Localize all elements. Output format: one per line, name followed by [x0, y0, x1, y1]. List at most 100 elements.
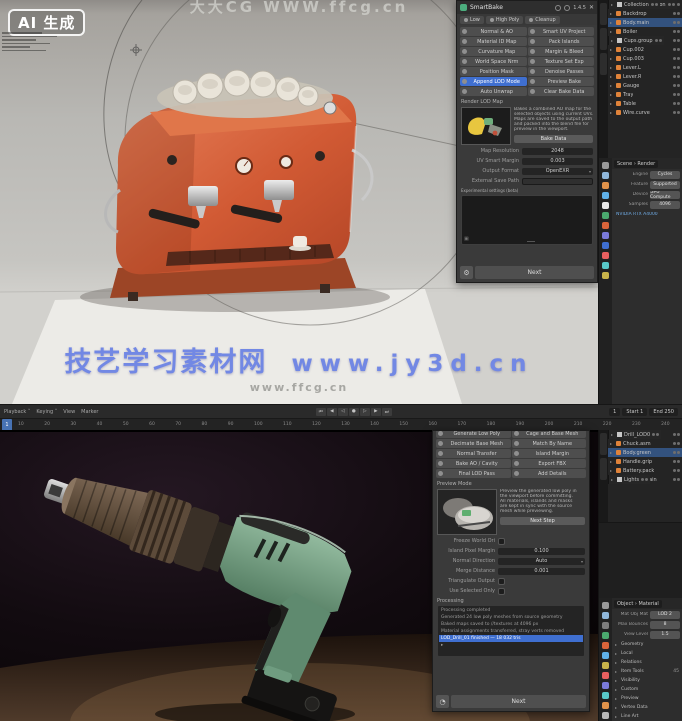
- visibility-toggles[interactable]: [652, 433, 660, 436]
- tree-item[interactable]: ▸ Line Art: [612, 712, 682, 721]
- action-button[interactable]: Pack Islands: [527, 37, 594, 46]
- panel-tab[interactable]: Low: [460, 15, 484, 24]
- properties-tab-icon[interactable]: [602, 612, 609, 619]
- setting-value[interactable]: [498, 587, 505, 595]
- setting-value[interactable]: 0.100: [498, 547, 585, 555]
- disclosure-icon[interactable]: ▸: [611, 477, 615, 482]
- log-line[interactable]: Generated 24 low poly meshes from source…: [439, 614, 583, 621]
- log-line[interactable]: Material assignments transferred, stray …: [439, 628, 583, 635]
- gear-icon[interactable]: ⚙: [460, 266, 473, 279]
- transport-button[interactable]: ◁: [337, 407, 348, 416]
- visibility-toggles[interactable]: [667, 3, 675, 6]
- action-button[interactable]: Export FBX: [511, 459, 586, 468]
- outliner-item[interactable]: ▸ Cup.003: [608, 54, 682, 63]
- outliner-item[interactable]: ▸ Tray: [608, 90, 682, 99]
- bake-data-button[interactable]: Bake Data: [514, 135, 593, 143]
- visibility-toggles[interactable]: [673, 442, 680, 445]
- setting-value[interactable]: [522, 177, 593, 185]
- device-note[interactable]: NVIDIA RTX A4000: [616, 212, 678, 217]
- tree-item[interactable]: ▸ Geometry: [612, 640, 682, 649]
- properties-tab-icon[interactable]: [602, 602, 609, 609]
- properties-tab-icon[interactable]: [602, 192, 609, 199]
- setting-value[interactable]: OpenEXR: [522, 167, 593, 175]
- setting-value[interactable]: 0.003: [522, 157, 593, 165]
- setting-value[interactable]: 2048: [522, 147, 593, 155]
- tree-item[interactable]: ▸ Vertex Data: [612, 703, 682, 712]
- resize-handle[interactable]: [527, 241, 535, 242]
- action-button[interactable]: Preview Bake: [527, 77, 594, 86]
- timeline-menu-item[interactable]: View: [63, 409, 75, 415]
- visibility-toggles[interactable]: [650, 3, 658, 6]
- properties-tab-icon[interactable]: [602, 212, 609, 219]
- disclosure-icon[interactable]: ▸: [610, 101, 614, 106]
- editor-tab[interactable]: [600, 458, 607, 480]
- transport-button[interactable]: ●: [348, 407, 359, 416]
- property-value[interactable]: GPU Compute: [650, 190, 680, 199]
- tree-item[interactable]: ▸ Relations: [612, 658, 682, 667]
- visibility-toggles[interactable]: [673, 433, 680, 436]
- visibility-toggles[interactable]: [673, 48, 680, 51]
- timeline-menu-item[interactable]: Playback ˅: [4, 409, 30, 415]
- transport-button[interactable]: ▶: [370, 407, 381, 416]
- transport-button[interactable]: ⏮: [315, 407, 326, 416]
- property-value[interactable]: 1.5: [650, 630, 680, 639]
- visibility-toggles[interactable]: [673, 84, 680, 87]
- properties-tab-icon[interactable]: [602, 242, 609, 249]
- action-button[interactable]: Decimate Base Mesh: [436, 439, 511, 448]
- visibility-toggles[interactable]: [673, 30, 680, 33]
- disclosure-icon[interactable]: ▸: [611, 38, 615, 43]
- action-button[interactable]: Texture Set Exp: [527, 57, 594, 66]
- action-button[interactable]: Cage and Base Mesh: [511, 431, 586, 438]
- properties-tab-icon[interactable]: [602, 162, 609, 169]
- visibility-toggles[interactable]: [673, 39, 680, 42]
- visibility-toggles[interactable]: [673, 102, 680, 105]
- action-button[interactable]: Clear Bake Data: [527, 87, 594, 96]
- disclosure-icon[interactable]: ▸: [615, 660, 619, 665]
- disclosure-icon[interactable]: ▸: [610, 92, 614, 97]
- visibility-toggles[interactable]: [654, 39, 662, 42]
- tree-item[interactable]: ▸ Local: [612, 649, 682, 658]
- visibility-toggles[interactable]: [673, 478, 680, 481]
- outliner-item[interactable]: ▸ Body.green: [608, 448, 682, 457]
- action-button[interactable]: World Space Nrm: [460, 57, 527, 66]
- disclosure-icon[interactable]: ▸: [615, 705, 619, 710]
- editor-tab[interactable]: [600, 3, 607, 25]
- visibility-toggles[interactable]: [673, 451, 680, 454]
- disclosure-icon[interactable]: ▸: [610, 468, 614, 473]
- outliner-item[interactable]: ▸ Collection: [608, 0, 660, 9]
- disclosure-icon[interactable]: ▸: [610, 11, 614, 16]
- setting-value[interactable]: Auto: [498, 557, 585, 565]
- action-button[interactable]: Normal & AO: [460, 27, 527, 36]
- editor-tab[interactable]: [600, 53, 607, 75]
- properties-tab-icon[interactable]: [602, 202, 609, 209]
- action-button[interactable]: Smart UV Project: [527, 27, 594, 36]
- panel-header[interactable]: SmartBake 1.4.5 ✕: [457, 1, 597, 14]
- property-value[interactable]: 4096: [650, 200, 680, 209]
- process-log[interactable]: Processing completed Generated 24 low po…: [437, 605, 585, 657]
- action-button[interactable]: Bake AO / Cavity: [436, 459, 511, 468]
- transport-button[interactable]: ▷: [359, 407, 370, 416]
- action-button[interactable]: Final LOD Pass: [436, 469, 511, 478]
- notes-textarea[interactable]: ▣: [461, 195, 593, 245]
- properties-tab-icon[interactable]: [602, 642, 609, 649]
- next-button[interactable]: Next: [451, 695, 586, 708]
- outliner-item[interactable]: ▸ Gauge: [608, 81, 682, 90]
- properties-tab-icon[interactable]: [602, 222, 609, 229]
- action-button[interactable]: Match By Name: [511, 439, 586, 448]
- log-line[interactable]: LOD_Drill_01 finished — 18 032 tris: [439, 635, 583, 642]
- outliner-item[interactable]: ▸ Battery.pack: [608, 466, 682, 475]
- property-value[interactable]: LOD 2: [650, 610, 680, 619]
- settings-icon[interactable]: ◔: [436, 695, 449, 708]
- visibility-toggles[interactable]: [673, 66, 680, 69]
- properties-tab-icon[interactable]: [602, 252, 609, 259]
- properties-tab-icon[interactable]: [602, 182, 609, 189]
- disclosure-icon[interactable]: ▸: [610, 74, 614, 79]
- outliner-item[interactable]: ▸ Chuck.asm: [608, 439, 682, 448]
- transport-button[interactable]: ◀: [326, 407, 337, 416]
- disclosure-icon[interactable]: ▸: [610, 56, 614, 61]
- visibility-toggles[interactable]: [673, 460, 680, 463]
- panel-pin-button[interactable]: [564, 4, 571, 11]
- timeline[interactable]: Playback ˅ Keying ˅ View Marker ⏮ ◀ ◁ ● ▷ ▶ ⏭ 1 St…: [0, 404, 682, 431]
- visibility-toggles[interactable]: [673, 469, 680, 472]
- breadcrumb[interactable]: Scene › Render: [614, 159, 659, 168]
